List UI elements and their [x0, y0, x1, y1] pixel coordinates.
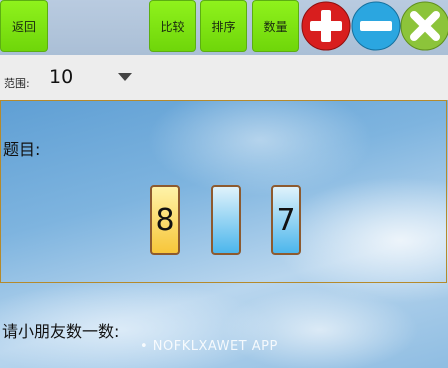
back-button-label: 返回: [11, 19, 36, 34]
number-card: 7: [271, 185, 301, 255]
count-button-label: 数量: [263, 19, 288, 34]
close-icon: [400, 1, 448, 51]
prompt-label: 请小朋友数一数:: [2, 322, 120, 341]
sort-button-label: 排序: [211, 19, 236, 34]
close-button[interactable]: [400, 1, 448, 51]
range-label: 范围:: [4, 77, 30, 90]
range-value[interactable]: 10: [49, 66, 73, 88]
question-panel: 题目: 8 7: [0, 100, 447, 283]
watermark: • NOFKLXAWET APP: [140, 339, 278, 354]
back-button[interactable]: 返回: [0, 0, 48, 52]
plus-icon: [301, 1, 351, 51]
compare-button-label: 比较: [160, 19, 185, 34]
compare-button[interactable]: 比较: [149, 0, 196, 52]
app-window: 返回 比较 排序 数量 范围: 10 题目: 8 7 请小朋友数一数: • NO…: [0, 0, 448, 368]
count-button[interactable]: 数量: [252, 0, 299, 52]
question-label: 题目:: [3, 140, 41, 159]
plus-button[interactable]: [301, 1, 351, 51]
number-card-blank[interactable]: [211, 185, 241, 255]
content-area: 题目: 8 7 请小朋友数一数: • NOFKLXAWET APP: [0, 100, 448, 368]
card-value: 8: [155, 202, 175, 238]
range-row: 范围: 10: [0, 55, 448, 100]
dropdown-arrow-icon[interactable]: [118, 73, 132, 81]
number-card: 8: [150, 185, 180, 255]
toolbar: 返回 比较 排序 数量: [0, 0, 448, 55]
minus-icon: [351, 1, 401, 51]
minus-button[interactable]: [351, 1, 401, 51]
card-value: 7: [276, 202, 296, 238]
sort-button[interactable]: 排序: [200, 0, 247, 52]
